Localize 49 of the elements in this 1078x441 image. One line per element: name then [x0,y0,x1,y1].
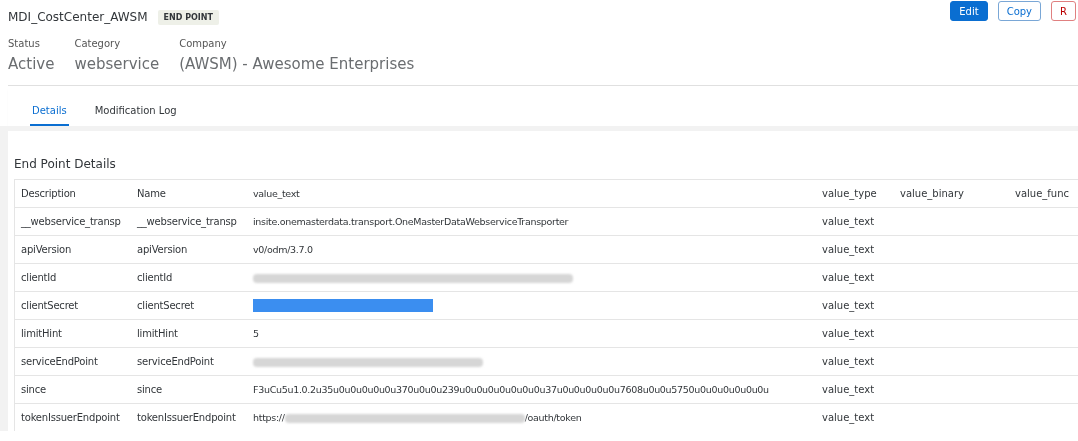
column-header: Name [131,179,247,208]
attribute-label: Category [74,38,122,49]
attribute-label: Company [179,38,228,49]
table-cell: value_text [822,328,875,339]
attribute-label: Status [8,38,41,49]
table-cell: value_text [822,216,875,227]
table-cell: tokenIssuerEndpoint [21,412,120,423]
table-cell: F3uCu5u1.0.2u35u0u0u0u0u0u370u0u0u239u0u0u0u0u0u0u0u37u0u0u0u0u0u7608u0u0u5750u0u0u0u0u0u0u [253,384,769,395]
table-cell: value_text [822,412,875,423]
column-header: value_func [1009,179,1078,208]
table-cell: __webservice_transp [137,216,237,227]
table-cell: v0/odm/3.7.0 [253,244,313,255]
table-cell: /oauth/token [524,412,582,423]
table-cell: __webservice_transp [21,216,121,227]
table-cell: since [21,384,46,395]
table-cell: value_text [822,244,875,255]
table-cell: apiVersion [137,244,188,255]
object-title: MDI_CostCenter_AWSM [8,10,148,24]
table-cell: 5 [253,328,259,339]
column-header: value_text [247,179,816,208]
table-cell: serviceEndPoint [21,356,98,367]
table-cell: since [137,384,162,395]
type-badge: END POINT [157,9,219,25]
copy-button[interactable]: Copy [997,1,1042,21]
table-cell: serviceEndPoint [137,356,214,367]
table-cell: https:// [253,412,285,423]
section-title: End Point Details [14,157,116,171]
column-header: value_type [816,179,894,208]
table-cell: tokenIssuerEndpoint [137,412,236,423]
delete-button[interactable]: R [1051,1,1076,21]
table-cell: clientId [137,272,173,283]
table-cell: clientSecret [21,300,79,311]
table-cell: clientId [21,272,57,283]
table-cell: value_text [822,272,875,283]
tab[interactable]: Modification Log [92,86,179,126]
attribute-value: webservice [74,55,160,73]
table-cell: limitHint [21,328,62,339]
table-cell: limitHint [137,328,178,339]
attribute-value: Active [8,55,55,73]
column-header: value_binary [894,179,1009,208]
column-header: Description [14,179,131,208]
table-cell: insite.onemasterdata.transport.OneMasterDataWebserviceTransporter [253,216,569,227]
table-cell: apiVersion [21,244,72,255]
attribute-value: (AWSM) - Awesome Enterprises [179,55,415,73]
table-cell: clientSecret [137,300,195,311]
edit-button[interactable]: Edit [950,1,988,21]
table-cell: value_text [822,384,875,395]
table-cell: value_text [822,300,875,311]
table-cell: value_text [822,356,875,367]
